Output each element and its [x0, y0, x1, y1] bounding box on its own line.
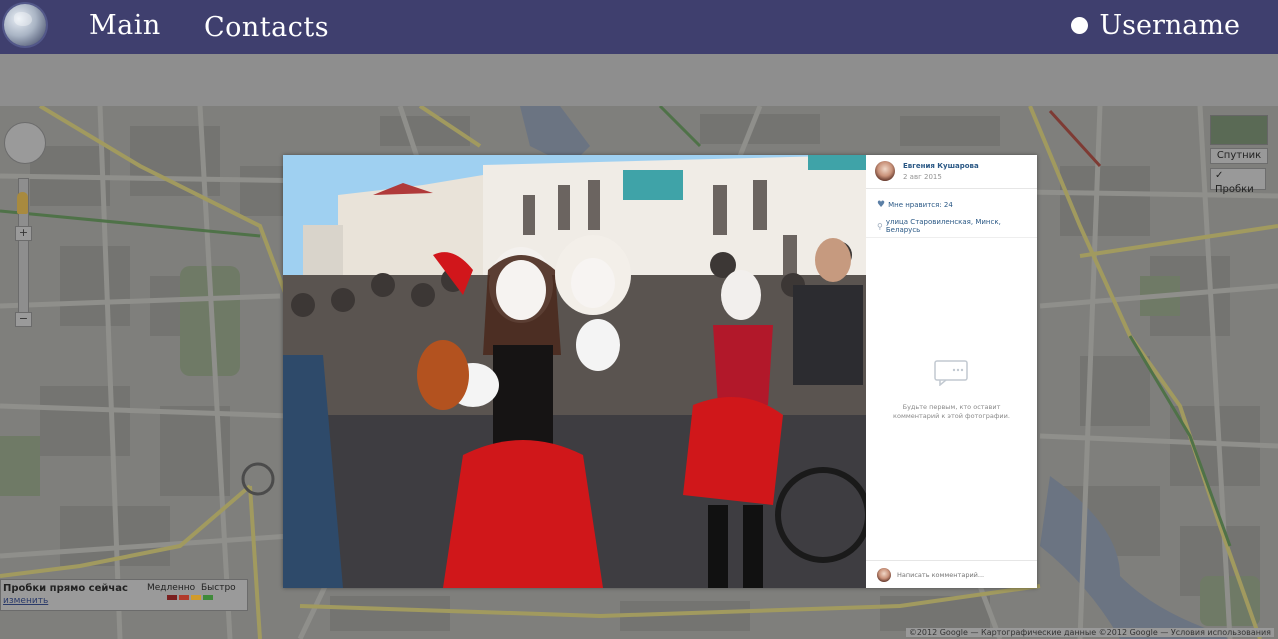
traffic-fast-label: Быстро	[201, 583, 236, 593]
nav-main-link[interactable]: Main	[89, 10, 161, 41]
photo-image	[283, 155, 866, 588]
place-link[interactable]: ⚲ улица Старовиленская, Минск, Беларусь	[877, 218, 1037, 234]
photo-info-panel: Евгения Кушарова 2 авг 2015 ♥ Мне нравит…	[866, 155, 1037, 588]
toolbar-band	[0, 54, 1278, 106]
map-type-control[interactable]: Спутник ✓ Пробки	[1210, 115, 1268, 195]
satellite-thumbnail[interactable]	[1210, 115, 1268, 145]
my-avatar	[877, 568, 891, 582]
panel-header: Евгения Кушарова 2 авг 2015	[866, 155, 1037, 189]
traffic-change-link[interactable]: изменить	[3, 596, 48, 606]
likes-label: Мне нравится: 24	[888, 201, 953, 209]
comment-input[interactable]	[897, 569, 1027, 581]
heart-icon: ♥	[877, 200, 886, 210]
comments-bubble-icon	[934, 360, 968, 386]
no-comments-text: Будьте первым, кто оставит комментарий к…	[893, 403, 1010, 420]
globe-logo-icon[interactable]	[4, 4, 46, 46]
street-photo[interactable]	[283, 155, 866, 588]
traffic-color-swatch	[167, 595, 177, 600]
place-label: улица Старовиленская, Минск, Беларусь	[885, 218, 1001, 234]
photo-date: 2 авг 2015	[903, 173, 942, 181]
author-avatar[interactable]	[875, 161, 895, 181]
traffic-color-swatch	[179, 595, 189, 600]
traffic-color-scale	[167, 595, 213, 600]
author-name-link[interactable]: Евгения Кушарова	[903, 162, 979, 170]
traffic-toggle[interactable]: ✓ Пробки	[1210, 168, 1266, 195]
satellite-button[interactable]: Спутник	[1210, 148, 1268, 164]
likes-button[interactable]: ♥ Мне нравится: 24	[877, 200, 953, 210]
map-pan-control[interactable]	[4, 122, 46, 164]
location-pin-icon: ⚲	[877, 221, 883, 231]
traffic-title: Пробки прямо сейчас	[3, 583, 128, 594]
nav-contacts-link[interactable]: Contacts	[204, 12, 329, 43]
username-label: Username	[1099, 10, 1240, 41]
user-status-dot-icon	[1071, 17, 1089, 34]
traffic-color-swatch	[203, 595, 213, 600]
user-menu[interactable]: Username	[1071, 10, 1240, 41]
pegman-icon[interactable]	[17, 192, 28, 214]
traffic-color-swatch	[191, 595, 201, 600]
traffic-slow-label: Медленно	[147, 583, 196, 593]
top-nav: Main Contacts Username	[0, 0, 1278, 54]
traffic-legend: Пробки прямо сейчас изменить Медленно Бы…	[0, 579, 248, 611]
comment-composer	[866, 560, 1037, 589]
zoom-out-button[interactable]: −	[15, 312, 32, 327]
photo-viewer: Евгения Кушарова 2 авг 2015 ♥ Мне нравит…	[283, 155, 1037, 588]
panel-divider	[866, 237, 1037, 238]
zoom-in-button[interactable]: +	[15, 226, 32, 241]
map-copyright: ©2012 Google — Картографические данные ©…	[905, 628, 1274, 637]
